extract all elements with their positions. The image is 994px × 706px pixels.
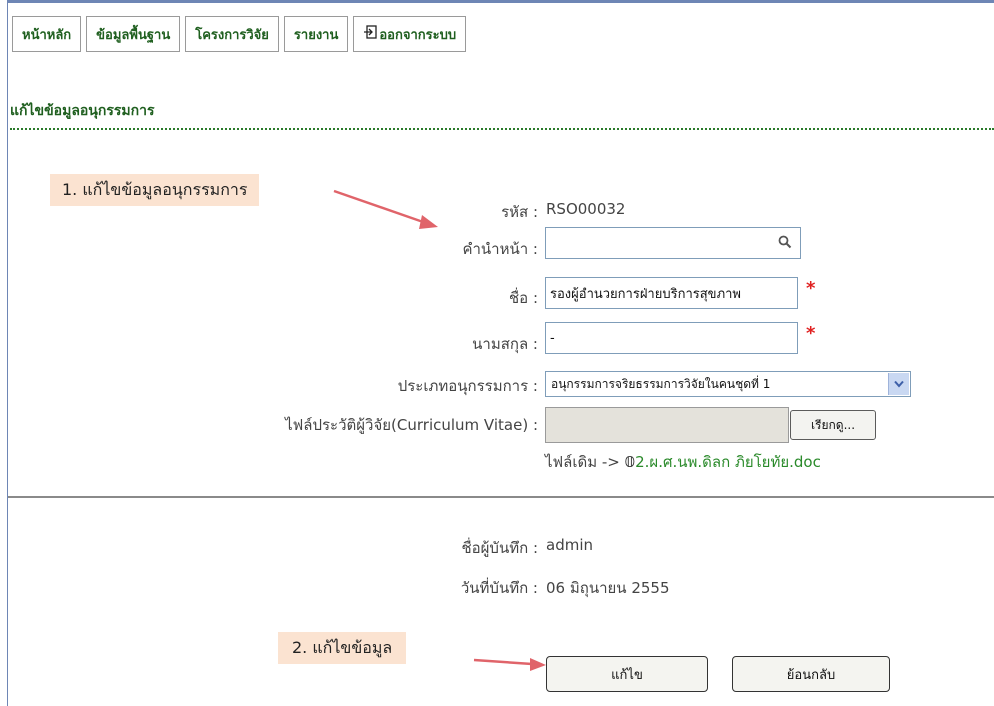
subcommittee-type-value: อนุกรรมการจริยธรรมการวิจัยในคนชุดที่ 1: [551, 376, 771, 391]
old-file-link[interactable]: 2.ผ.ศ.นพ.ดิลก ภิยโยทัย.doc: [635, 453, 821, 471]
record-date-label: วันที่บันทึก :: [460, 579, 538, 597]
code-value: RSO00032: [546, 200, 626, 218]
nav-reports[interactable]: รายงาน: [283, 16, 349, 52]
page-title: แก้ไขข้อมูลอนุกรรมการ: [10, 103, 155, 119]
old-file-row: ไฟล์เดิม -> 𝟘2.ผ.ศ.นพ.ดิลก ภิยโยทัย.doc: [545, 450, 821, 474]
subcommittee-type-label: ประเภทอนุกรรมการ :: [397, 377, 538, 395]
surname-label: นามสกุล :: [472, 335, 538, 353]
name-label: ชื่อ :: [508, 289, 538, 307]
section-divider: [8, 496, 994, 498]
nav-logout[interactable]: ออกจากระบบ: [353, 16, 467, 52]
window-left-border: [7, 0, 8, 706]
back-button[interactable]: ย้อนกลับ: [732, 656, 890, 692]
search-icon[interactable]: [778, 235, 792, 253]
name-input[interactable]: รองผู้อำนวยการฝ่ายบริการสุขภาพ: [545, 277, 798, 309]
callout-step-2: 2. แก้ไขข้อมูล: [278, 632, 407, 664]
callout-step-2-arrow: [473, 658, 546, 671]
recorder-value: admin: [546, 536, 593, 554]
edit-button[interactable]: แก้ไข: [546, 656, 708, 692]
callout-step-1: 1. แก้ไขข้อมูลอนุกรรมการ: [50, 174, 260, 206]
nav-research-projects[interactable]: โครงการวิจัย: [185, 16, 279, 52]
nav-master-data-label: ข้อมูลพื้นฐาน: [96, 27, 171, 43]
prefix-input[interactable]: [545, 227, 801, 259]
old-file-prefix: ไฟล์เดิม ->: [545, 453, 620, 471]
recorder-label: ชื่อผู้บันทึก :: [461, 539, 538, 557]
name-required-mark: *: [806, 278, 816, 299]
chevron-down-icon[interactable]: [888, 373, 909, 395]
cv-file-path[interactable]: [545, 407, 789, 443]
name-input-value: รองผู้อำนวยการฝ่ายบริการสุขภาพ: [550, 286, 742, 302]
paperclip-icon: 𝟘: [624, 453, 636, 471]
surname-required-mark: *: [806, 323, 816, 344]
nav-home[interactable]: หน้าหลัก: [12, 16, 82, 52]
window-top-border: [7, 0, 994, 3]
nav-reports-label: รายงาน: [293, 27, 339, 43]
logout-icon: [363, 25, 378, 43]
cv-file-label: ไฟล์ประวัติผู้วิจัย(Curriculum Vitae) :: [285, 416, 538, 434]
prefix-label: คำนำหน้า :: [462, 240, 538, 258]
nav-logout-label: ออกจากระบบ: [379, 27, 457, 43]
code-label: รหัส :: [501, 203, 538, 221]
record-date-value: 06 มิถุนายน 2555: [546, 579, 670, 597]
subcommittee-type-select[interactable]: อนุกรรมการจริยธรรมการวิจัยในคนชุดที่ 1: [545, 371, 911, 397]
surname-input[interactable]: -: [545, 322, 798, 354]
surname-input-value: -: [550, 330, 555, 346]
top-nav: หน้าหลัก ข้อมูลพื้นฐาน โครงการวิจัย รายง…: [12, 16, 467, 52]
nav-home-label: หน้าหลัก: [22, 27, 72, 43]
title-divider: [10, 128, 994, 130]
nav-research-projects-label: โครงการวิจัย: [195, 27, 269, 43]
browse-button[interactable]: เรียกดู...: [790, 410, 876, 440]
nav-master-data[interactable]: ข้อมูลพื้นฐาน: [86, 16, 181, 52]
